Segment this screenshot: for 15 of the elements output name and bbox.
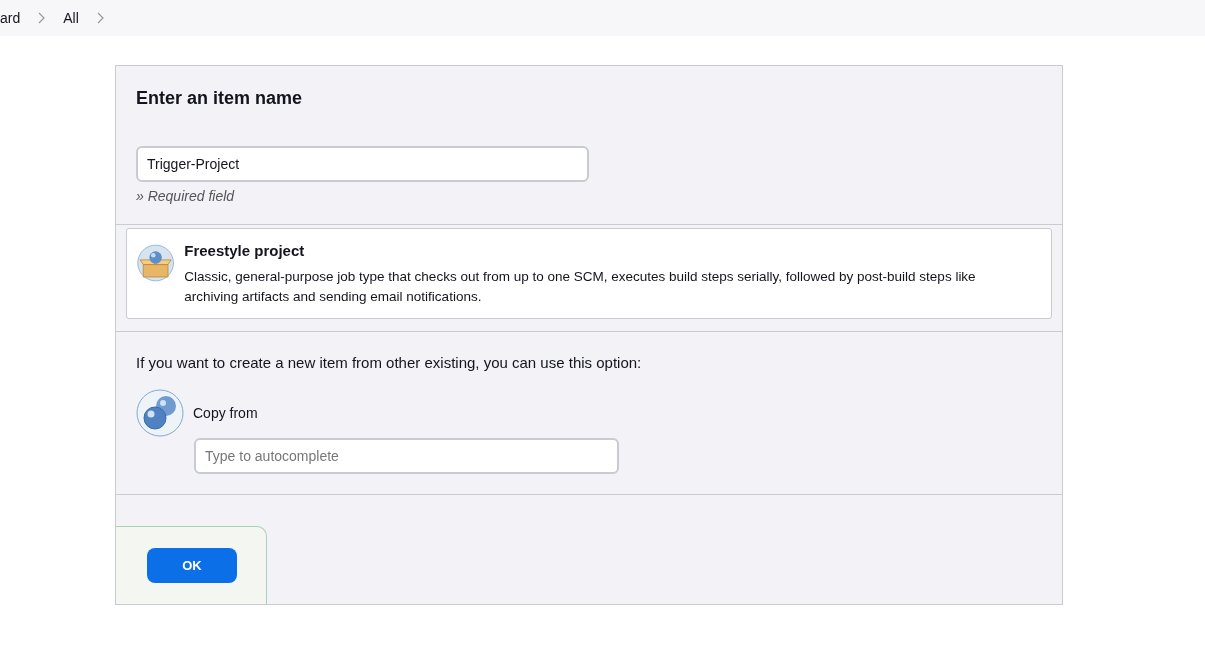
breadcrumb-link[interactable]: All <box>63 10 79 26</box>
breadcrumb-link[interactable]: ard <box>0 10 21 26</box>
copy-intro-text: If you want to create a new item from other existing, you can use this option: <box>136 354 643 371</box>
copy-from-label: Copy from <box>193 405 258 421</box>
item-type-title: Freestyle project <box>184 242 306 259</box>
item-type-option[interactable] <box>126 228 1052 319</box>
copy-from-field[interactable]: Type to autocomplete <box>194 438 619 474</box>
item-name-field[interactable]: Trigger-Project <box>136 146 589 182</box>
ok-button[interactable]: OK <box>147 547 237 583</box>
required-hint: » Required field <box>136 188 236 204</box>
section-title: Enter an item name <box>136 87 304 110</box>
spheres-icon <box>136 389 184 437</box>
item-type-description: Classic, general-purpose job type that checks out from up to one SCM, executes build steps serially, followed by post-build steps like archiving artifacts and sending email notifications. <box>184 268 977 306</box>
chevron-right-icon <box>96 12 104 24</box>
chevron-right-icon <box>38 12 46 24</box>
